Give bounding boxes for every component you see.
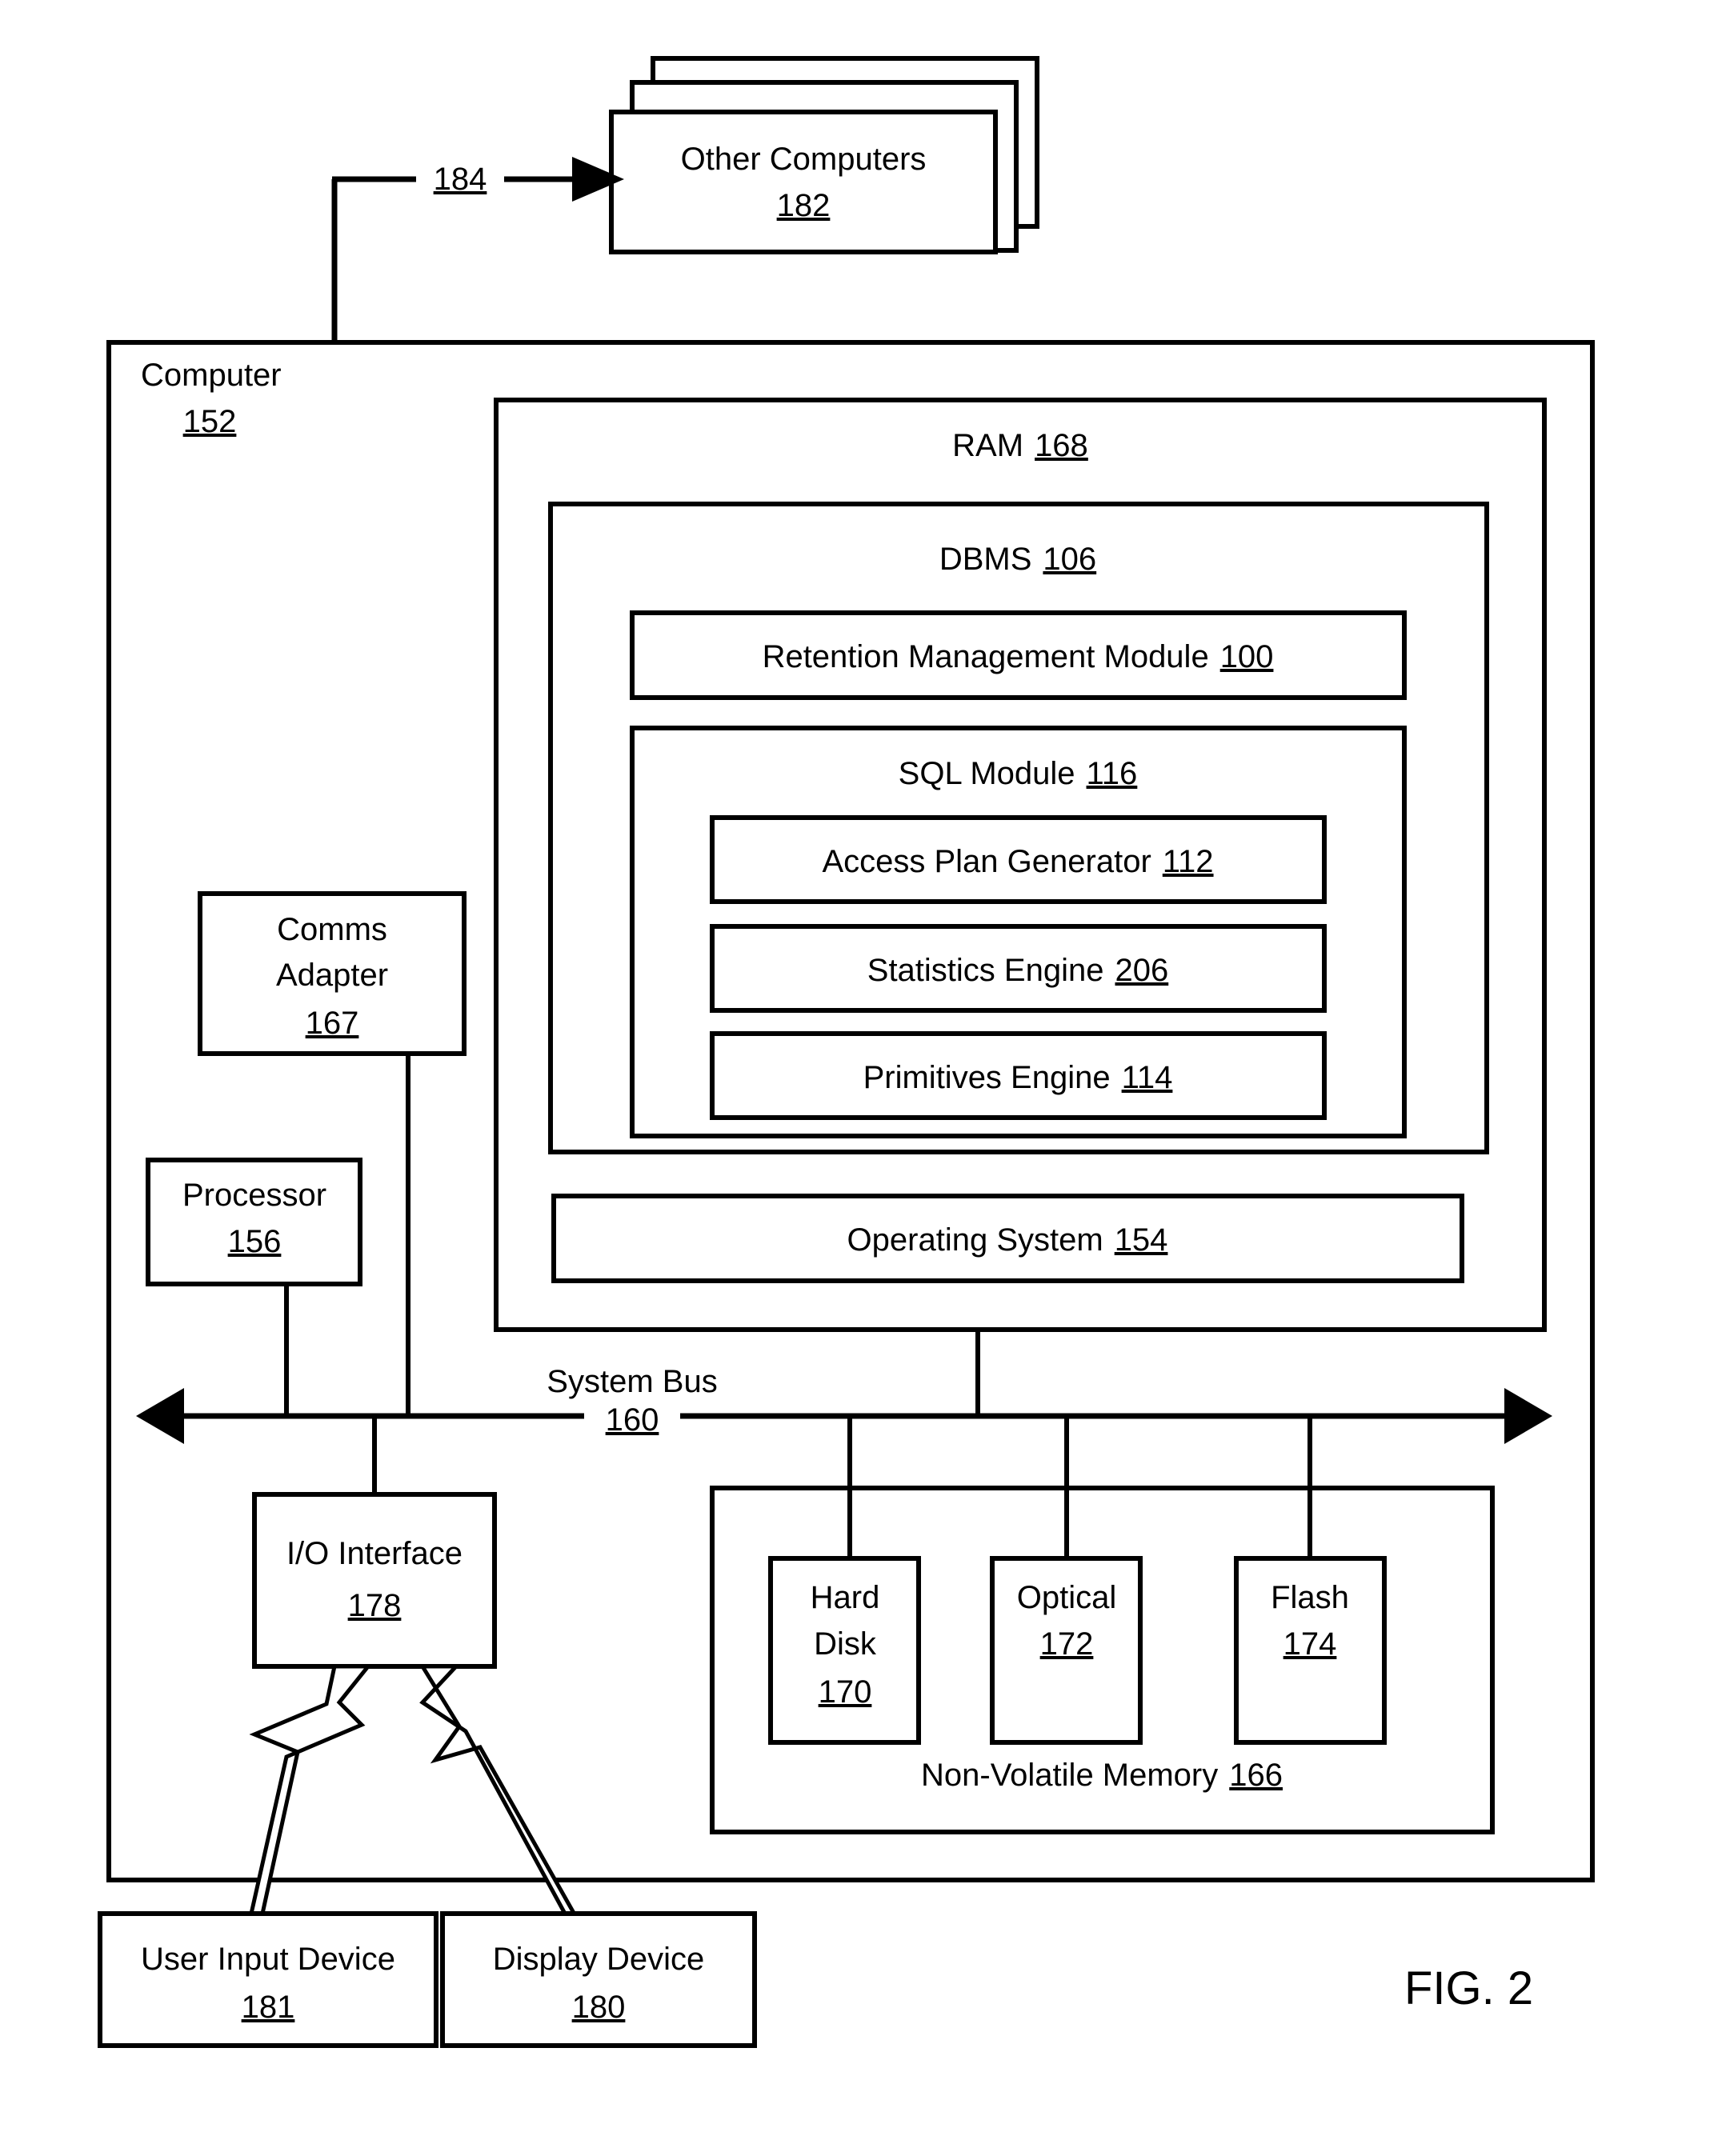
comms-adapter-ref: 167	[306, 1006, 359, 1041]
io-interface-ref: 178	[348, 1588, 402, 1623]
processor-ref: 156	[228, 1224, 282, 1259]
computer-label: Computer	[141, 358, 282, 393]
figure-caption: FIG. 2	[1404, 1962, 1533, 2014]
primitives-engine-label: Primitives Engine	[863, 1060, 1111, 1095]
optical-label: Optical	[1017, 1580, 1117, 1615]
system-bus-label: System Bus	[547, 1364, 717, 1399]
user-input-device-box	[98, 1911, 439, 2048]
other-computers-box-front	[609, 110, 998, 254]
io-interface-label: I/O Interface	[286, 1536, 463, 1571]
hard-disk-label-line1: Hard	[811, 1580, 880, 1615]
operating-system-label: Operating System	[847, 1222, 1103, 1258]
comms-adapter-label-line2: Adapter	[276, 958, 388, 993]
ram-ref: 168	[1035, 428, 1088, 463]
display-device-box	[440, 1911, 757, 2048]
processor-label: Processor	[182, 1178, 326, 1213]
hard-disk-ref: 170	[819, 1674, 872, 1710]
non-volatile-memory-label: Non-Volatile Memory	[921, 1758, 1218, 1793]
patent-figure-page: Other Computers 182 184 Computer 152 RAM…	[0, 0, 1734, 2156]
retention-management-module-ref: 100	[1220, 639, 1274, 674]
sql-module-label: SQL Module	[899, 756, 1075, 791]
display-device-ref: 180	[572, 1990, 626, 2025]
sql-module-ref: 116	[1087, 756, 1138, 791]
dbms-ref: 106	[1043, 542, 1096, 577]
other-computers-label: Other Computers	[681, 142, 927, 177]
hard-disk-label-line2: Disk	[814, 1626, 877, 1662]
diagram-canvas: Other Computers 182 184 Computer 152 RAM…	[98, 56, 1595, 2048]
computer-ref: 152	[183, 404, 237, 439]
statistics-engine-label: Statistics Engine	[867, 953, 1104, 988]
retention-management-module-label: Retention Management Module	[763, 639, 1209, 674]
primitives-engine-ref: 114	[1122, 1060, 1173, 1095]
user-input-device-ref: 181	[242, 1990, 295, 2025]
ram-label: RAM	[952, 428, 1023, 463]
comms-adapter-label-line1: Comms	[277, 912, 387, 947]
io-interface-box	[252, 1492, 497, 1669]
network-link-ref: 184	[434, 162, 487, 197]
flash-ref: 174	[1283, 1626, 1337, 1662]
optical-ref: 172	[1040, 1626, 1094, 1662]
access-plan-generator-ref: 112	[1163, 844, 1214, 879]
display-device-label: Display Device	[493, 1942, 705, 1977]
operating-system-ref: 154	[1115, 1222, 1168, 1258]
statistics-engine-ref: 206	[1115, 953, 1168, 988]
access-plan-generator-label: Access Plan Generator	[822, 844, 1151, 879]
user-input-device-label: User Input Device	[141, 1942, 395, 1977]
non-volatile-memory-ref: 166	[1229, 1758, 1283, 1793]
flash-label: Flash	[1271, 1580, 1349, 1615]
other-computers-ref: 182	[777, 188, 831, 223]
dbms-label: DBMS	[939, 542, 1032, 577]
system-bus-ref: 160	[606, 1402, 659, 1438]
